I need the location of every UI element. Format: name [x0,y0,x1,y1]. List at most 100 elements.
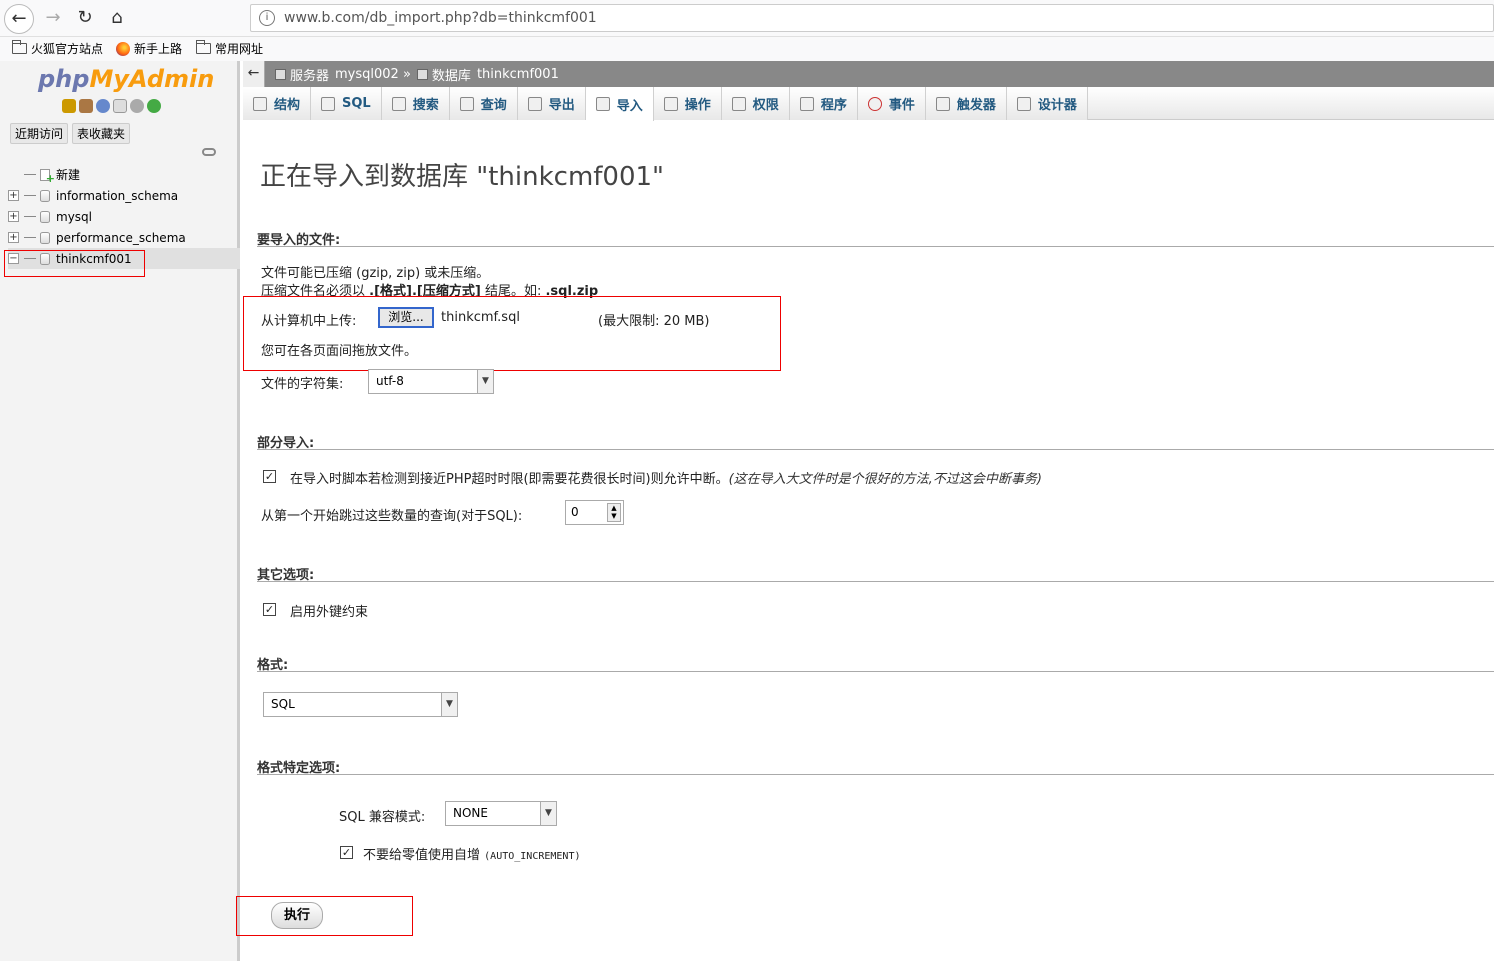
bookmark-item[interactable]: 火狐官方站点 [12,40,103,57]
breadcrumb-server[interactable]: mysql002 » [335,67,411,82]
import-icon [595,97,610,111]
breadcrumb-db-label[interactable]: 数据库 [432,65,471,84]
tab-privileges[interactable]: 权限 [721,87,790,120]
search-icon [391,96,406,111]
tab-operations[interactable]: 操作 [653,87,722,120]
go-button[interactable]: 执行 [271,902,323,929]
highlight-box [4,250,145,277]
expand-icon[interactable]: + [8,232,19,243]
upload-label: 从计算机中上传: [261,314,357,329]
browser-toolbar: ← → ↻ ⌂ i www.b.com/db_import.php?db=thi… [0,0,1494,37]
tab-sql[interactable]: SQL [311,87,382,120]
logout-icon[interactable] [79,99,93,113]
folder-icon [196,40,211,54]
bookmark-item[interactable]: 新手上路 [116,40,182,57]
charset-select[interactable]: utf-8 ▼ [368,369,494,394]
tab-import[interactable]: 导入 [585,87,654,121]
compress-note: 文件可能已压缩 (gzip, zip) 或未压缩。 [261,266,490,281]
chevron-down-icon: ▼ [477,370,493,393]
divider [257,246,1494,247]
url-bar[interactable]: i www.b.com/db_import.php?db=thinkcmf001 [250,4,1494,32]
tree-item-db[interactable]: + information_schema [8,185,240,206]
sql-compat-select[interactable]: NONE ▼ [445,801,557,826]
highlight-box [243,296,781,371]
nav-tabs: 近期访问 表收藏夹 [10,123,131,144]
breadcrumb: ← 服务器 mysql002 » 数据库 thinkcmf001 [243,61,1494,87]
tab-export[interactable]: 导出 [517,87,586,120]
tab-query[interactable]: 查询 [449,87,518,120]
clock-icon [867,96,882,111]
browse-button[interactable]: 浏览... [378,307,434,328]
new-db-icon [40,168,55,185]
skip-queries-input[interactable]: 0 ▲ ▼ [565,500,624,525]
forward-icon[interactable]: → [38,4,68,34]
format-select[interactable]: SQL ▼ [263,692,458,717]
charset-label: 文件的字符集: [261,377,344,392]
routines-icon [799,96,814,111]
chevron-down-icon: ▼ [441,693,457,716]
privileges-icon [731,96,746,111]
divider [257,671,1494,672]
database-icon [416,68,428,80]
wrench-icon [663,96,678,111]
docs-icon[interactable] [113,99,127,113]
home-icon[interactable]: ⌂ [102,4,132,34]
tree-item-new[interactable]: 新建 [8,164,240,185]
export-icon [527,96,542,111]
query-icon [459,96,474,111]
structure-icon [253,96,267,111]
no-auto-value-checkbox[interactable]: ✓ [340,846,353,859]
highlight-box [236,896,413,936]
phpmyadmin-logo[interactable]: phpMyAdmin [38,65,214,93]
server-icon [275,68,286,80]
help-icon[interactable] [96,99,110,113]
refresh-icon[interactable] [147,99,161,113]
sql-compat-label: SQL 兼容模式: [339,810,426,825]
tab-designer[interactable]: 设计器 [1006,87,1088,120]
spinner-icon[interactable]: ▲ ▼ [607,503,621,522]
settings-icon[interactable] [130,99,144,113]
tab-favorites[interactable]: 表收藏夹 [72,123,131,144]
info-icon[interactable]: i [259,10,275,26]
reload-icon[interactable]: ↻ [70,4,100,34]
home-icon[interactable] [62,99,76,113]
foreign-keys-checkbox[interactable]: ✓ [263,603,276,616]
top-menu-tabs: 结构 SQL 搜索 查询 导出 导入 操作 权限 程序 事件 触发器 设计器 [243,87,1494,121]
divider [257,449,1494,450]
tree-item-db[interactable]: + performance_schema [8,227,240,248]
sql-icon [321,96,336,111]
divider [257,774,1494,775]
allow-interrupt-label: 在导入时脚本若检测到接近PHP超时时限(即需要花费很长时间)则允许中断。(这在导… [290,472,1042,487]
database-icon [40,210,50,223]
tab-routines[interactable]: 程序 [789,87,858,120]
back-icon[interactable]: ← [4,4,34,34]
expand-icon[interactable]: + [8,190,19,201]
tab-recent[interactable]: 近期访问 [10,123,69,144]
foreign-keys-label: 启用外键约束 [290,605,369,620]
database-icon [40,231,50,244]
tab-events[interactable]: 事件 [857,87,926,120]
chevron-down-icon: ▼ [540,802,556,825]
tree-item-db[interactable]: + mysql [8,206,240,227]
tab-search[interactable]: 搜索 [381,87,450,120]
no-auto-value-label: 不要给零值使用自增 (AUTO_INCREMENT) [363,848,581,863]
skip-queries-label: 从第一个开始跳过这些数量的查询(对于SQL): [261,509,523,524]
tab-structure[interactable]: 结构 [243,87,312,120]
link-icon[interactable] [202,148,216,156]
breadcrumb-db[interactable]: thinkcmf001 [477,67,559,82]
tab-triggers[interactable]: 触发器 [925,87,1007,120]
expand-icon[interactable]: + [8,211,19,222]
bookmark-item[interactable]: 常用网址 [196,40,263,57]
collapse-nav-icon[interactable]: ← [243,61,265,87]
url-text[interactable]: www.b.com/db_import.php?db=thinkcmf001 [284,10,597,26]
bookmarks-bar: 火狐官方站点 新手上路 常用网址 [0,37,1494,61]
drag-drop-note: 您可在各页面间拖放文件。 [261,344,418,359]
breadcrumb-server-label[interactable]: 服务器 [290,65,329,84]
database-icon [40,189,50,202]
quick-icons [62,99,161,113]
folder-icon [12,40,27,54]
page-title: 正在导入到数据库 "thinkcmf001" [260,162,665,192]
max-size-label: (最大限制: 20 MB) [598,314,710,329]
allow-interrupt-checkbox[interactable]: ✓ [263,470,276,483]
navigation-panel: phpMyAdmin 近期访问 表收藏夹 新建 + information_sc… [0,61,240,961]
